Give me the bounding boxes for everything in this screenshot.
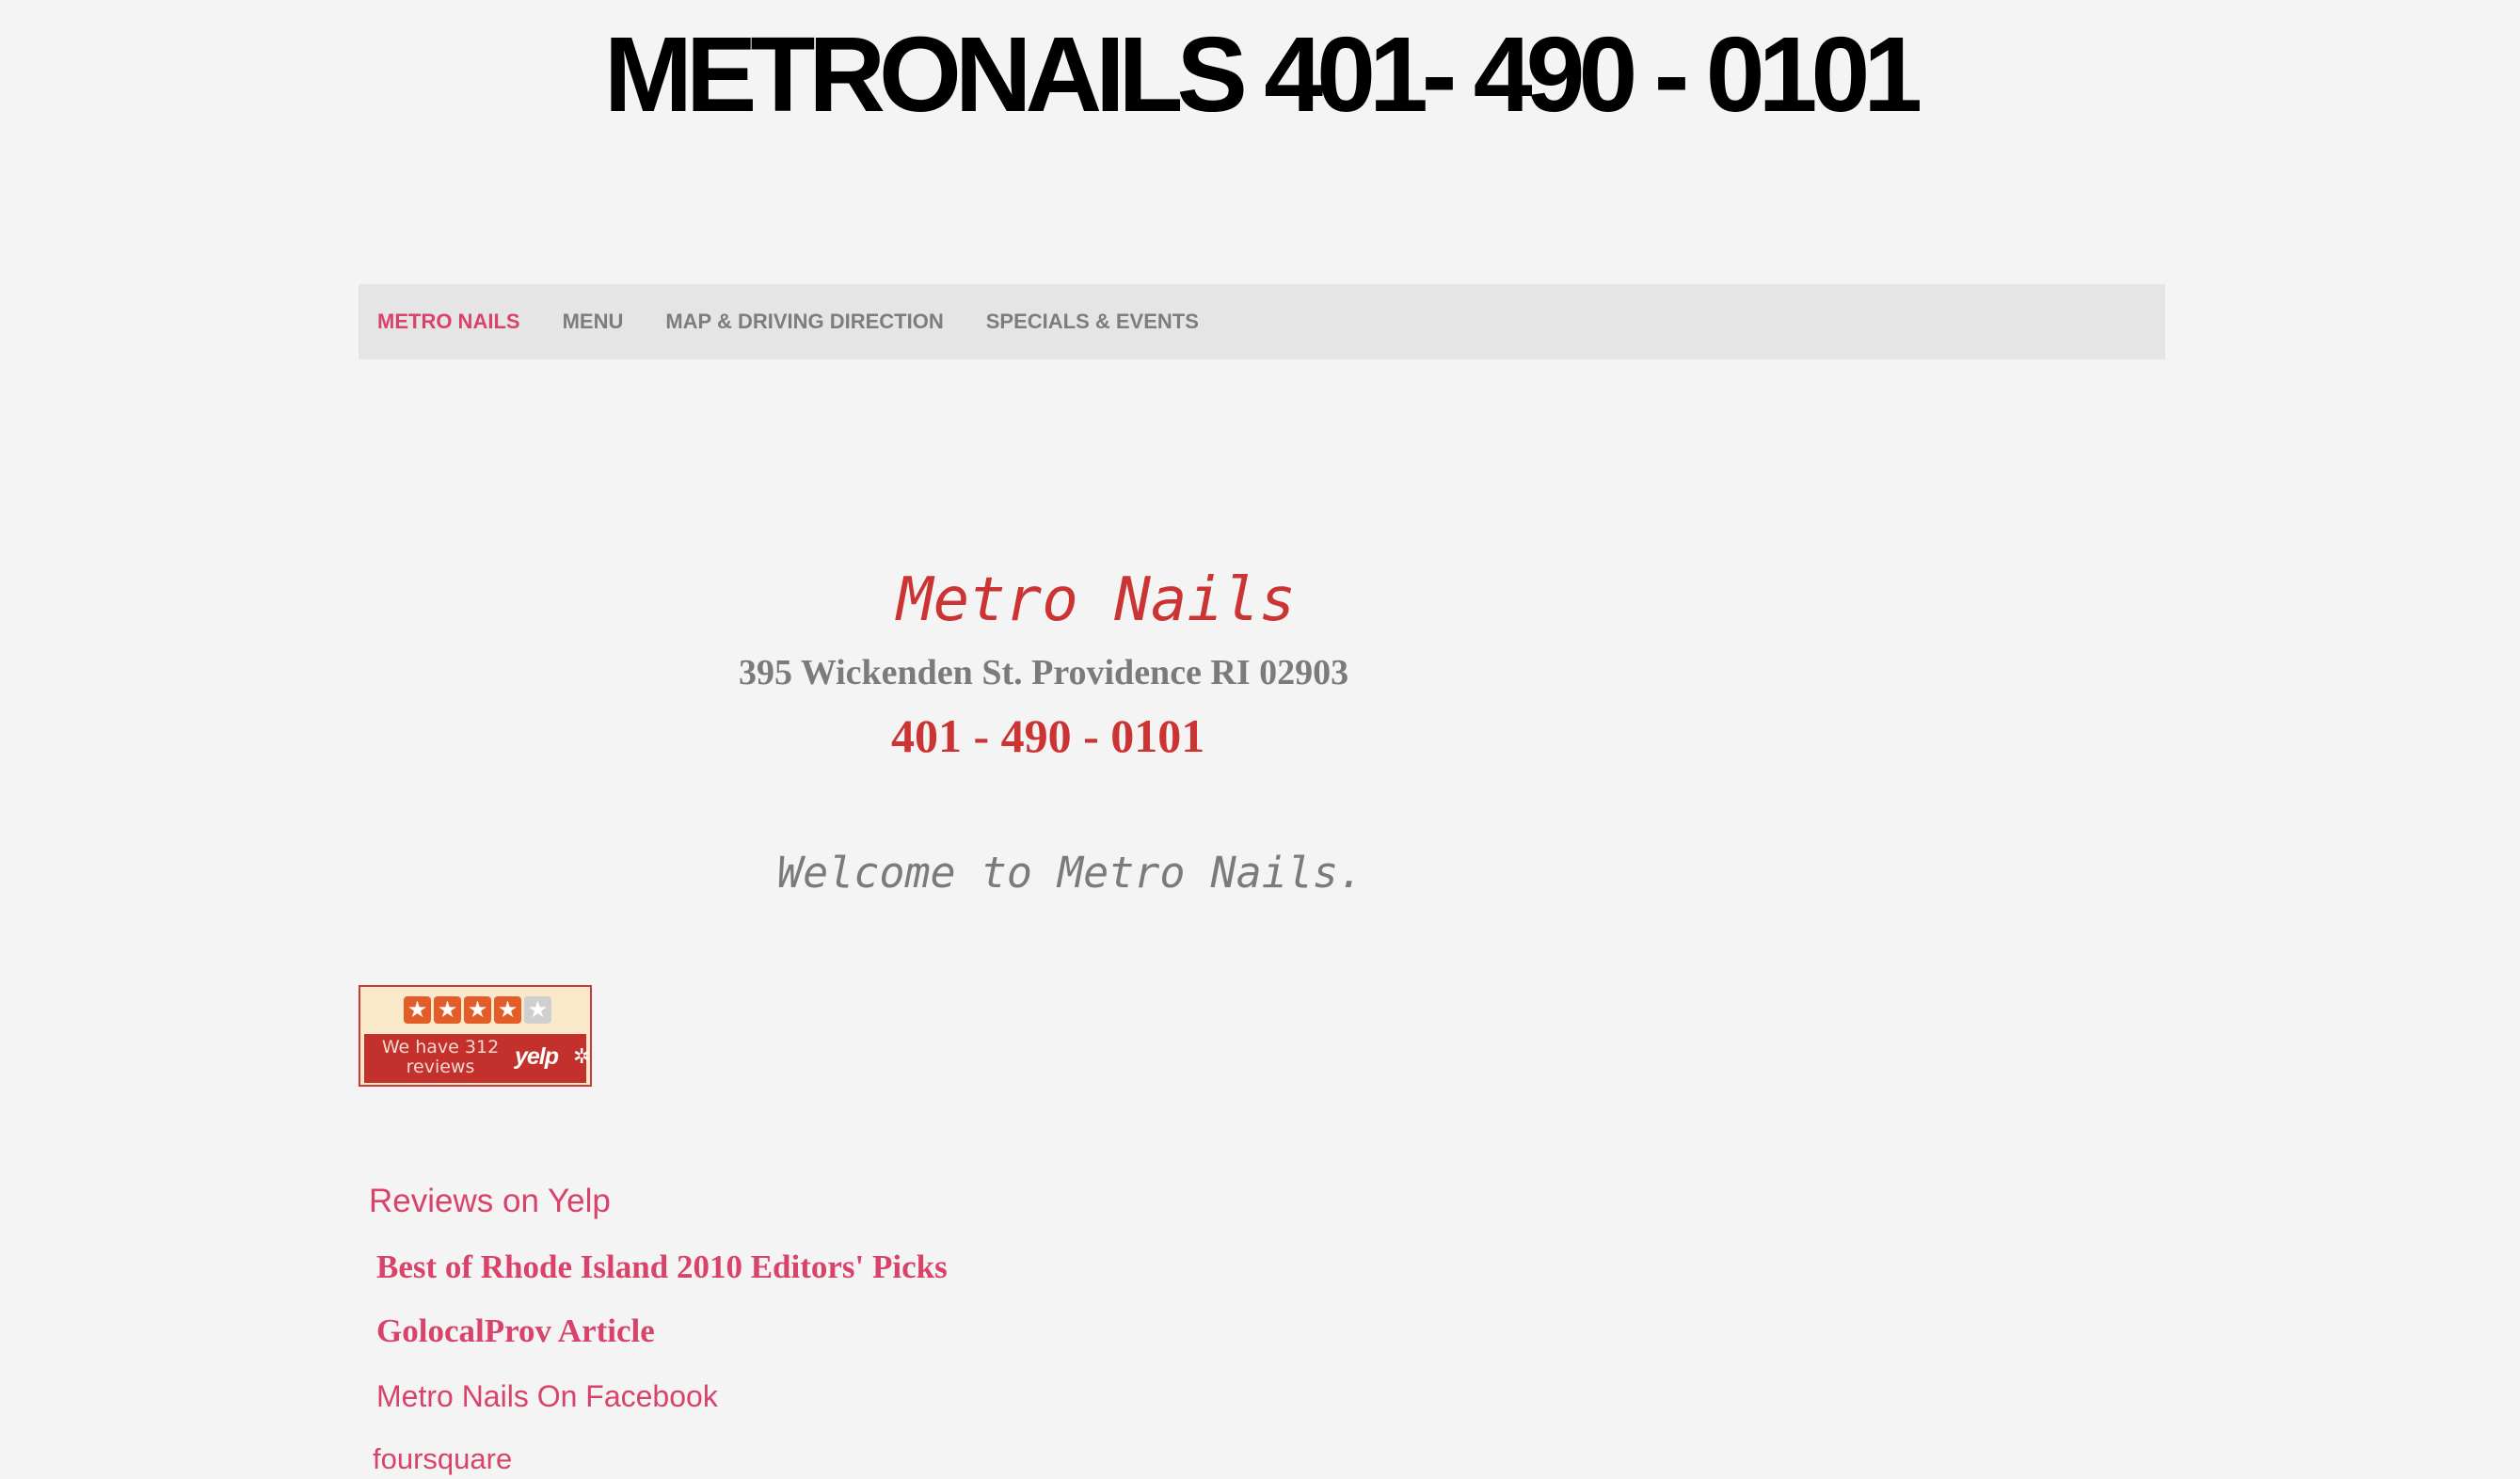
yelp-badge-bar: We have 312 reviews yelp ✲ bbox=[364, 1034, 591, 1083]
star-empty-icon: ★ bbox=[524, 996, 551, 1024]
store-name-heading: Metro Nails bbox=[897, 565, 1296, 635]
welcome-message: Welcome to Metro Nails. bbox=[777, 848, 1364, 898]
star-icon: ★ bbox=[464, 996, 491, 1024]
star-icon: ★ bbox=[494, 996, 521, 1024]
star-icon: ★ bbox=[404, 996, 431, 1024]
nav-item-map-driving-direction[interactable]: MAP & DRIVING DIRECTION bbox=[665, 284, 943, 359]
nav-item-specials-events[interactable]: SPECIALS & EVENTS bbox=[986, 284, 1199, 359]
site-title: METRONAILS 401- 490 - 0101 bbox=[603, 15, 1922, 134]
store-address: 395 Wickenden St. Providence RI 02903 bbox=[739, 653, 1349, 692]
star-icon: ★ bbox=[434, 996, 461, 1024]
main-nav: METRO NAILS MENU MAP & DRIVING DIRECTION… bbox=[359, 284, 2165, 359]
yelp-review-badge[interactable]: ★ ★ ★ ★ ★ We have 312 reviews yelp ✲ bbox=[359, 985, 592, 1087]
yelp-logo: yelp bbox=[515, 1043, 559, 1070]
yelp-burst-icon: ✲ bbox=[573, 1045, 591, 1069]
link-facebook[interactable]: Metro Nails On Facebook bbox=[376, 1376, 718, 1416]
link-foursquare[interactable]: foursquare bbox=[373, 1439, 512, 1479]
nav-item-menu[interactable]: MENU bbox=[563, 284, 624, 359]
nav-item-metro-nails[interactable]: METRO NAILS bbox=[377, 284, 520, 359]
link-golocalprov-article[interactable]: GolocalProv Article bbox=[376, 1311, 655, 1352]
yelp-star-rating: ★ ★ ★ ★ ★ bbox=[404, 996, 551, 1024]
link-reviews-on-yelp[interactable]: Reviews on Yelp bbox=[369, 1181, 611, 1222]
store-phone: 401 - 490 - 0101 bbox=[891, 709, 1205, 762]
yelp-review-count: We have 312 reviews bbox=[381, 1037, 500, 1077]
link-best-of-rhode-island[interactable]: Best of Rhode Island 2010 Editors' Picks bbox=[376, 1247, 948, 1288]
